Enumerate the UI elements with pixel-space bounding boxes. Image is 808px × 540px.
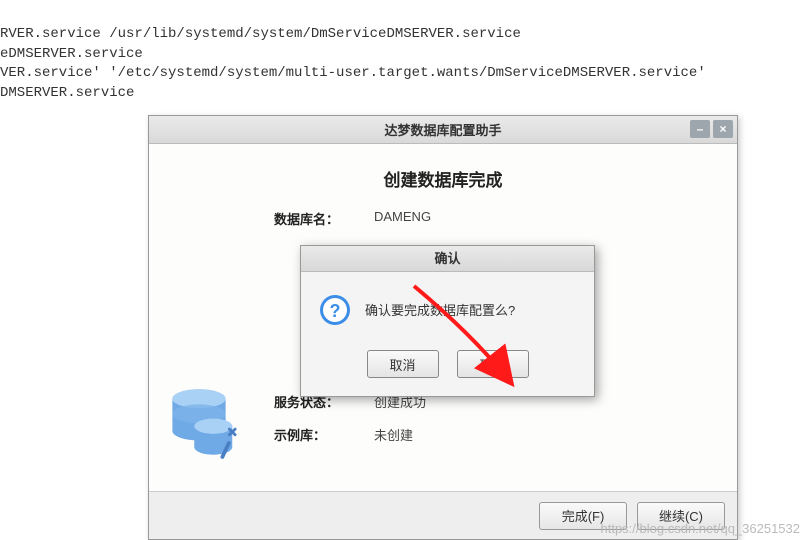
- cancel-button[interactable]: 取消: [367, 350, 439, 378]
- instance-value: 未创建: [374, 425, 413, 444]
- dialog-body: ? 确认要完成数据库配置么?: [301, 272, 594, 344]
- dbname-label: 数据库名：: [274, 209, 374, 228]
- confirm-dialog: 确认 ? 确认要完成数据库配置么? 取消 确定: [300, 245, 595, 397]
- instance-label: 示例库：: [274, 425, 374, 444]
- database-icon: [161, 374, 256, 469]
- dialog-buttons: 取消 确定: [301, 344, 594, 396]
- window-title: 达梦数据库配置助手: [384, 120, 501, 139]
- row-dbname: 数据库名： DAMENG: [274, 209, 737, 228]
- dialog-title: 确认: [301, 246, 594, 272]
- titlebar-controls: – ×: [690, 120, 733, 138]
- dialog-message: 确认要完成数据库配置么?: [365, 294, 515, 319]
- watermark-text: https://blog.csdn.net/qq_36251532: [601, 521, 801, 536]
- row-instance: 示例库： 未创建: [274, 425, 737, 444]
- dbname-value: DAMENG: [374, 209, 431, 228]
- terminal-output: RVER.service /usr/lib/systemd/system/DmS…: [0, 20, 706, 103]
- page-heading: 创建数据库完成: [149, 144, 737, 209]
- svg-text:?: ?: [330, 301, 341, 321]
- minimize-button[interactable]: –: [690, 120, 710, 138]
- close-button[interactable]: ×: [713, 120, 733, 138]
- question-icon: ?: [319, 294, 351, 326]
- ok-button[interactable]: 确定: [457, 350, 529, 378]
- titlebar: 达梦数据库配置助手 – ×: [149, 116, 737, 144]
